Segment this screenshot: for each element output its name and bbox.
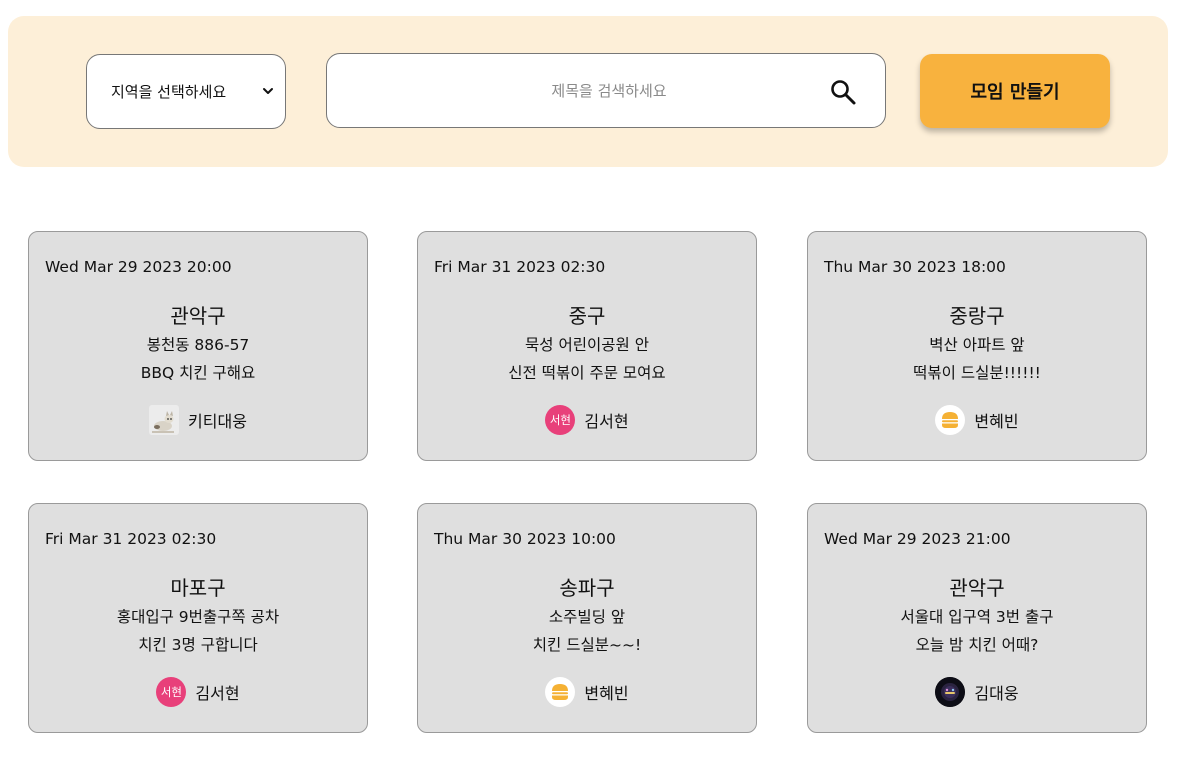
host-name: 김서현	[584, 412, 629, 431]
card-region: 마포구	[170, 576, 226, 600]
card-place: 벽산 아파트 앞	[929, 336, 1025, 354]
text-avatar: 서현	[156, 677, 187, 707]
region-select[interactable]: 지역을 선택하세요	[86, 54, 286, 129]
card-place: 봉천동 886-57	[146, 336, 250, 354]
card-region: 관악구	[170, 304, 226, 328]
chevron-down-icon	[263, 88, 273, 94]
card-date: Thu Mar 30 2023 18:00	[824, 258, 1006, 276]
card-place: 소주빌딩 앞	[548, 608, 626, 626]
meetup-card[interactable]: Thu Mar 30 2023 18:00 중랑구 벽산 아파트 앞 떡볶이 드…	[807, 231, 1147, 461]
card-date: Fri Mar 31 2023 02:30	[45, 530, 217, 548]
card-host: 변혜빈	[418, 676, 756, 708]
card-place: 서울대 입구역 3번 출구	[900, 608, 1054, 626]
meetup-card[interactable]: Fri Mar 31 2023 02:30 중구 묵성 어린이공원 안 신전 떡…	[417, 231, 757, 461]
search-icon[interactable]	[829, 78, 857, 106]
card-host: 김대웅	[808, 676, 1146, 708]
card-region: 관악구	[949, 576, 1005, 600]
dark-logo-avatar	[935, 677, 966, 707]
meetup-card[interactable]: Wed Mar 29 2023 20:00 관악구 봉천동 886-57 BBQ…	[28, 231, 368, 461]
region-select-value: 지역을 선택하세요	[111, 83, 227, 101]
card-host: 서현 김서현	[29, 676, 367, 708]
card-title: 떡볶이 드실분!!!!!!	[913, 364, 1041, 382]
card-title: 신전 떡볶이 주문 모여요	[508, 364, 666, 382]
card-region: 중구	[568, 304, 606, 328]
card-title: 치킨 드실분~~!	[532, 636, 642, 654]
card-date: Fri Mar 31 2023 02:30	[434, 258, 606, 276]
meetup-card[interactable]: Wed Mar 29 2023 21:00 관악구 서울대 입구역 3번 출구 …	[807, 503, 1147, 733]
card-date: Wed Mar 29 2023 21:00	[824, 530, 1011, 548]
meetup-card[interactable]: Thu Mar 30 2023 10:00 송파구 소주빌딩 앞 치킨 드실분~…	[417, 503, 757, 733]
card-title: BBQ 치킨 구해요	[140, 364, 256, 382]
card-date: Wed Mar 29 2023 20:00	[45, 258, 232, 276]
cat-avatar	[149, 405, 180, 435]
host-name: 김대웅	[974, 684, 1019, 703]
text-avatar: 서현	[545, 405, 576, 435]
card-host: 서현 김서현	[418, 404, 756, 436]
card-place: 묵성 어린이공원 안	[525, 336, 649, 354]
card-date: Thu Mar 30 2023 10:00	[434, 530, 616, 548]
host-name: 변혜빈	[584, 684, 629, 703]
top-bar: 지역을 선택하세요 모임 만들기	[8, 16, 1168, 167]
host-name: 변혜빈	[974, 412, 1019, 431]
meetup-card[interactable]: Fri Mar 31 2023 02:30 마포구 홍대입구 9번출구쪽 공차 …	[28, 503, 368, 733]
card-title: 치킨 3명 구합니다	[138, 636, 258, 654]
burger-icon	[545, 677, 576, 707]
card-place: 홍대입구 9번출구쪽 공차	[116, 608, 280, 626]
card-region: 송파구	[559, 576, 615, 600]
card-host: 변혜빈	[808, 404, 1146, 436]
card-title: 오늘 밤 치킨 어때?	[915, 636, 1039, 654]
card-host: 키티대웅	[29, 404, 367, 436]
search-box	[326, 53, 886, 128]
search-input[interactable]	[347, 70, 871, 112]
burger-icon	[935, 405, 966, 435]
host-name: 키티대웅	[188, 412, 247, 431]
host-name: 김서현	[195, 684, 240, 703]
card-region: 중랑구	[949, 304, 1005, 328]
create-meetup-button[interactable]: 모임 만들기	[920, 54, 1110, 128]
